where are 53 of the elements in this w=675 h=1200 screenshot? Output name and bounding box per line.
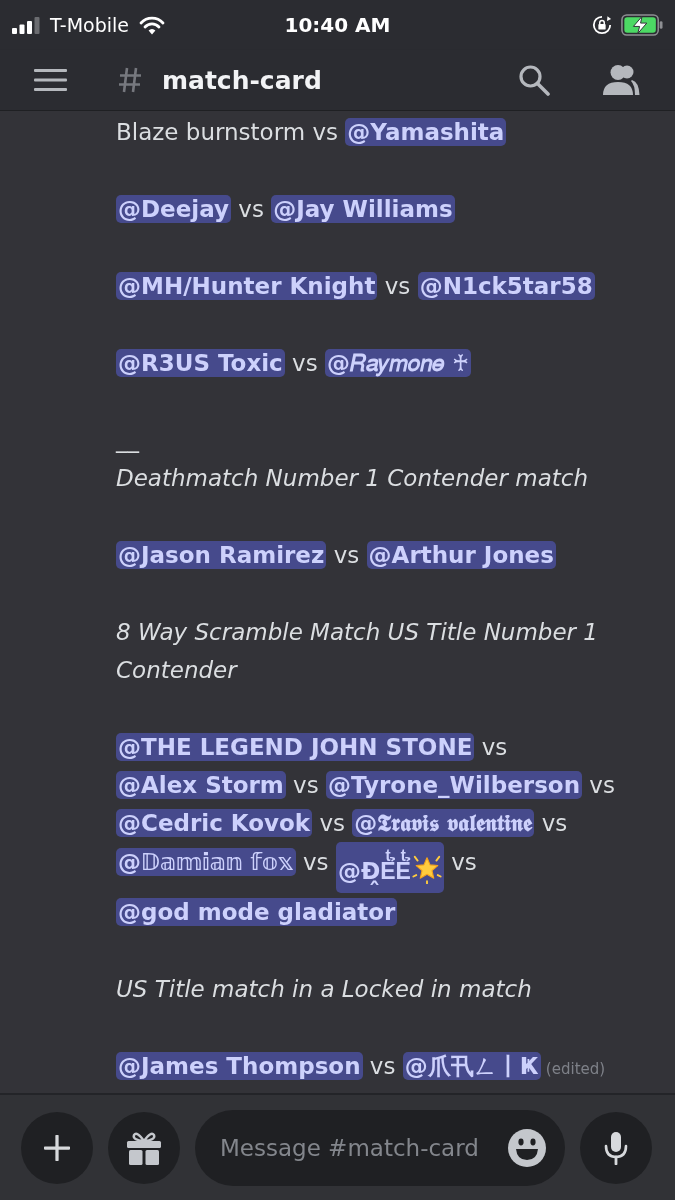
message-text: vs	[481, 734, 508, 760]
message-text: vs	[302, 849, 329, 875]
user-mention[interactable]: @𝕿𝖗𝖆𝖛𝖎𝖘 𝖛𝖆𝖑𝖊𝖓𝖙𝖎𝖓𝖊	[352, 809, 535, 837]
user-mention[interactable]: @MH/Hunter Knight	[116, 272, 378, 300]
message-text: Blaze burnstorm vs	[116, 119, 339, 145]
carrier-name: T-Mobile	[50, 14, 130, 36]
match-heading: US Title match in a Locked in match	[116, 975, 533, 1004]
user-mention[interactable]: @Đ̭Eͭ̉Eͭ̉	[335, 842, 444, 893]
user-mention[interactable]: @𝑅𝑎𝑦𝑚𝑜𝑛𝑒 ♰	[325, 349, 472, 377]
rotation-lock-icon	[592, 15, 612, 35]
status-time: 10:40 AM	[284, 13, 391, 37]
user-mention[interactable]: @Jason Ramirez	[116, 541, 327, 569]
search-icon[interactable]	[518, 64, 550, 96]
message-text: vs	[333, 542, 360, 568]
user-mention[interactable]: @Deejay	[116, 195, 231, 223]
microphone-icon	[604, 1130, 628, 1165]
message-text: vs	[589, 772, 615, 798]
members-icon[interactable]	[602, 64, 640, 96]
menu-icon[interactable]	[34, 68, 67, 92]
user-mention[interactable]: @R3US Toxic	[116, 349, 285, 377]
message-text: vs	[293, 772, 319, 798]
glowing-star-icon	[411, 854, 442, 884]
user-mention[interactable]: @Alex Storm	[116, 771, 286, 799]
channel-title: match-card	[162, 65, 322, 95]
message-text: vs	[292, 350, 318, 376]
user-mention[interactable]: @Tyrone_Wilberson	[326, 771, 582, 799]
hash-icon	[118, 67, 142, 93]
user-mention[interactable]: @James Thompson	[116, 1052, 363, 1080]
match-heading: 8 Way Scramble Match US Title Number 1 Contender	[116, 618, 599, 685]
message-input[interactable]: Message #match-card	[195, 1109, 565, 1186]
user-mention[interactable]: @god mode gladiator	[116, 898, 398, 926]
plus-icon	[44, 1134, 70, 1161]
user-mention[interactable]: @Jay Williams	[271, 195, 455, 223]
message-text: vs	[238, 196, 264, 222]
message-text: vs	[319, 810, 346, 836]
user-mention[interactable]: @N1ck5tar58	[417, 272, 595, 300]
user-mention[interactable]: @Yamashita	[345, 118, 507, 146]
user-mention[interactable]: @爪卂ㄥ丨Ҝ	[402, 1052, 541, 1080]
message-text: vs	[451, 849, 477, 875]
user-mention[interactable]: @THE LEGEND JOHN STONE	[116, 733, 475, 761]
wifi-icon	[139, 15, 166, 35]
edited-label: (edited)	[545, 1060, 606, 1078]
user-mention[interactable]: @𝔻𝕒𝕞𝕚𝕒𝕟 𝕗𝕠𝕩	[116, 848, 296, 876]
signal-icon	[12, 16, 40, 34]
message-text: vs	[541, 810, 568, 836]
separator-text: __	[116, 426, 139, 455]
message-text: vs	[369, 1053, 396, 1079]
user-mention[interactable]: @Arthur Jones	[366, 541, 556, 569]
user-mention[interactable]: @Cedric Kovok	[116, 809, 313, 837]
message-text: vs	[384, 273, 411, 299]
battery-icon	[621, 14, 663, 36]
smiley-icon[interactable]	[507, 1127, 547, 1168]
match-heading: Deathmatch Number 1 Contender match	[116, 464, 589, 493]
